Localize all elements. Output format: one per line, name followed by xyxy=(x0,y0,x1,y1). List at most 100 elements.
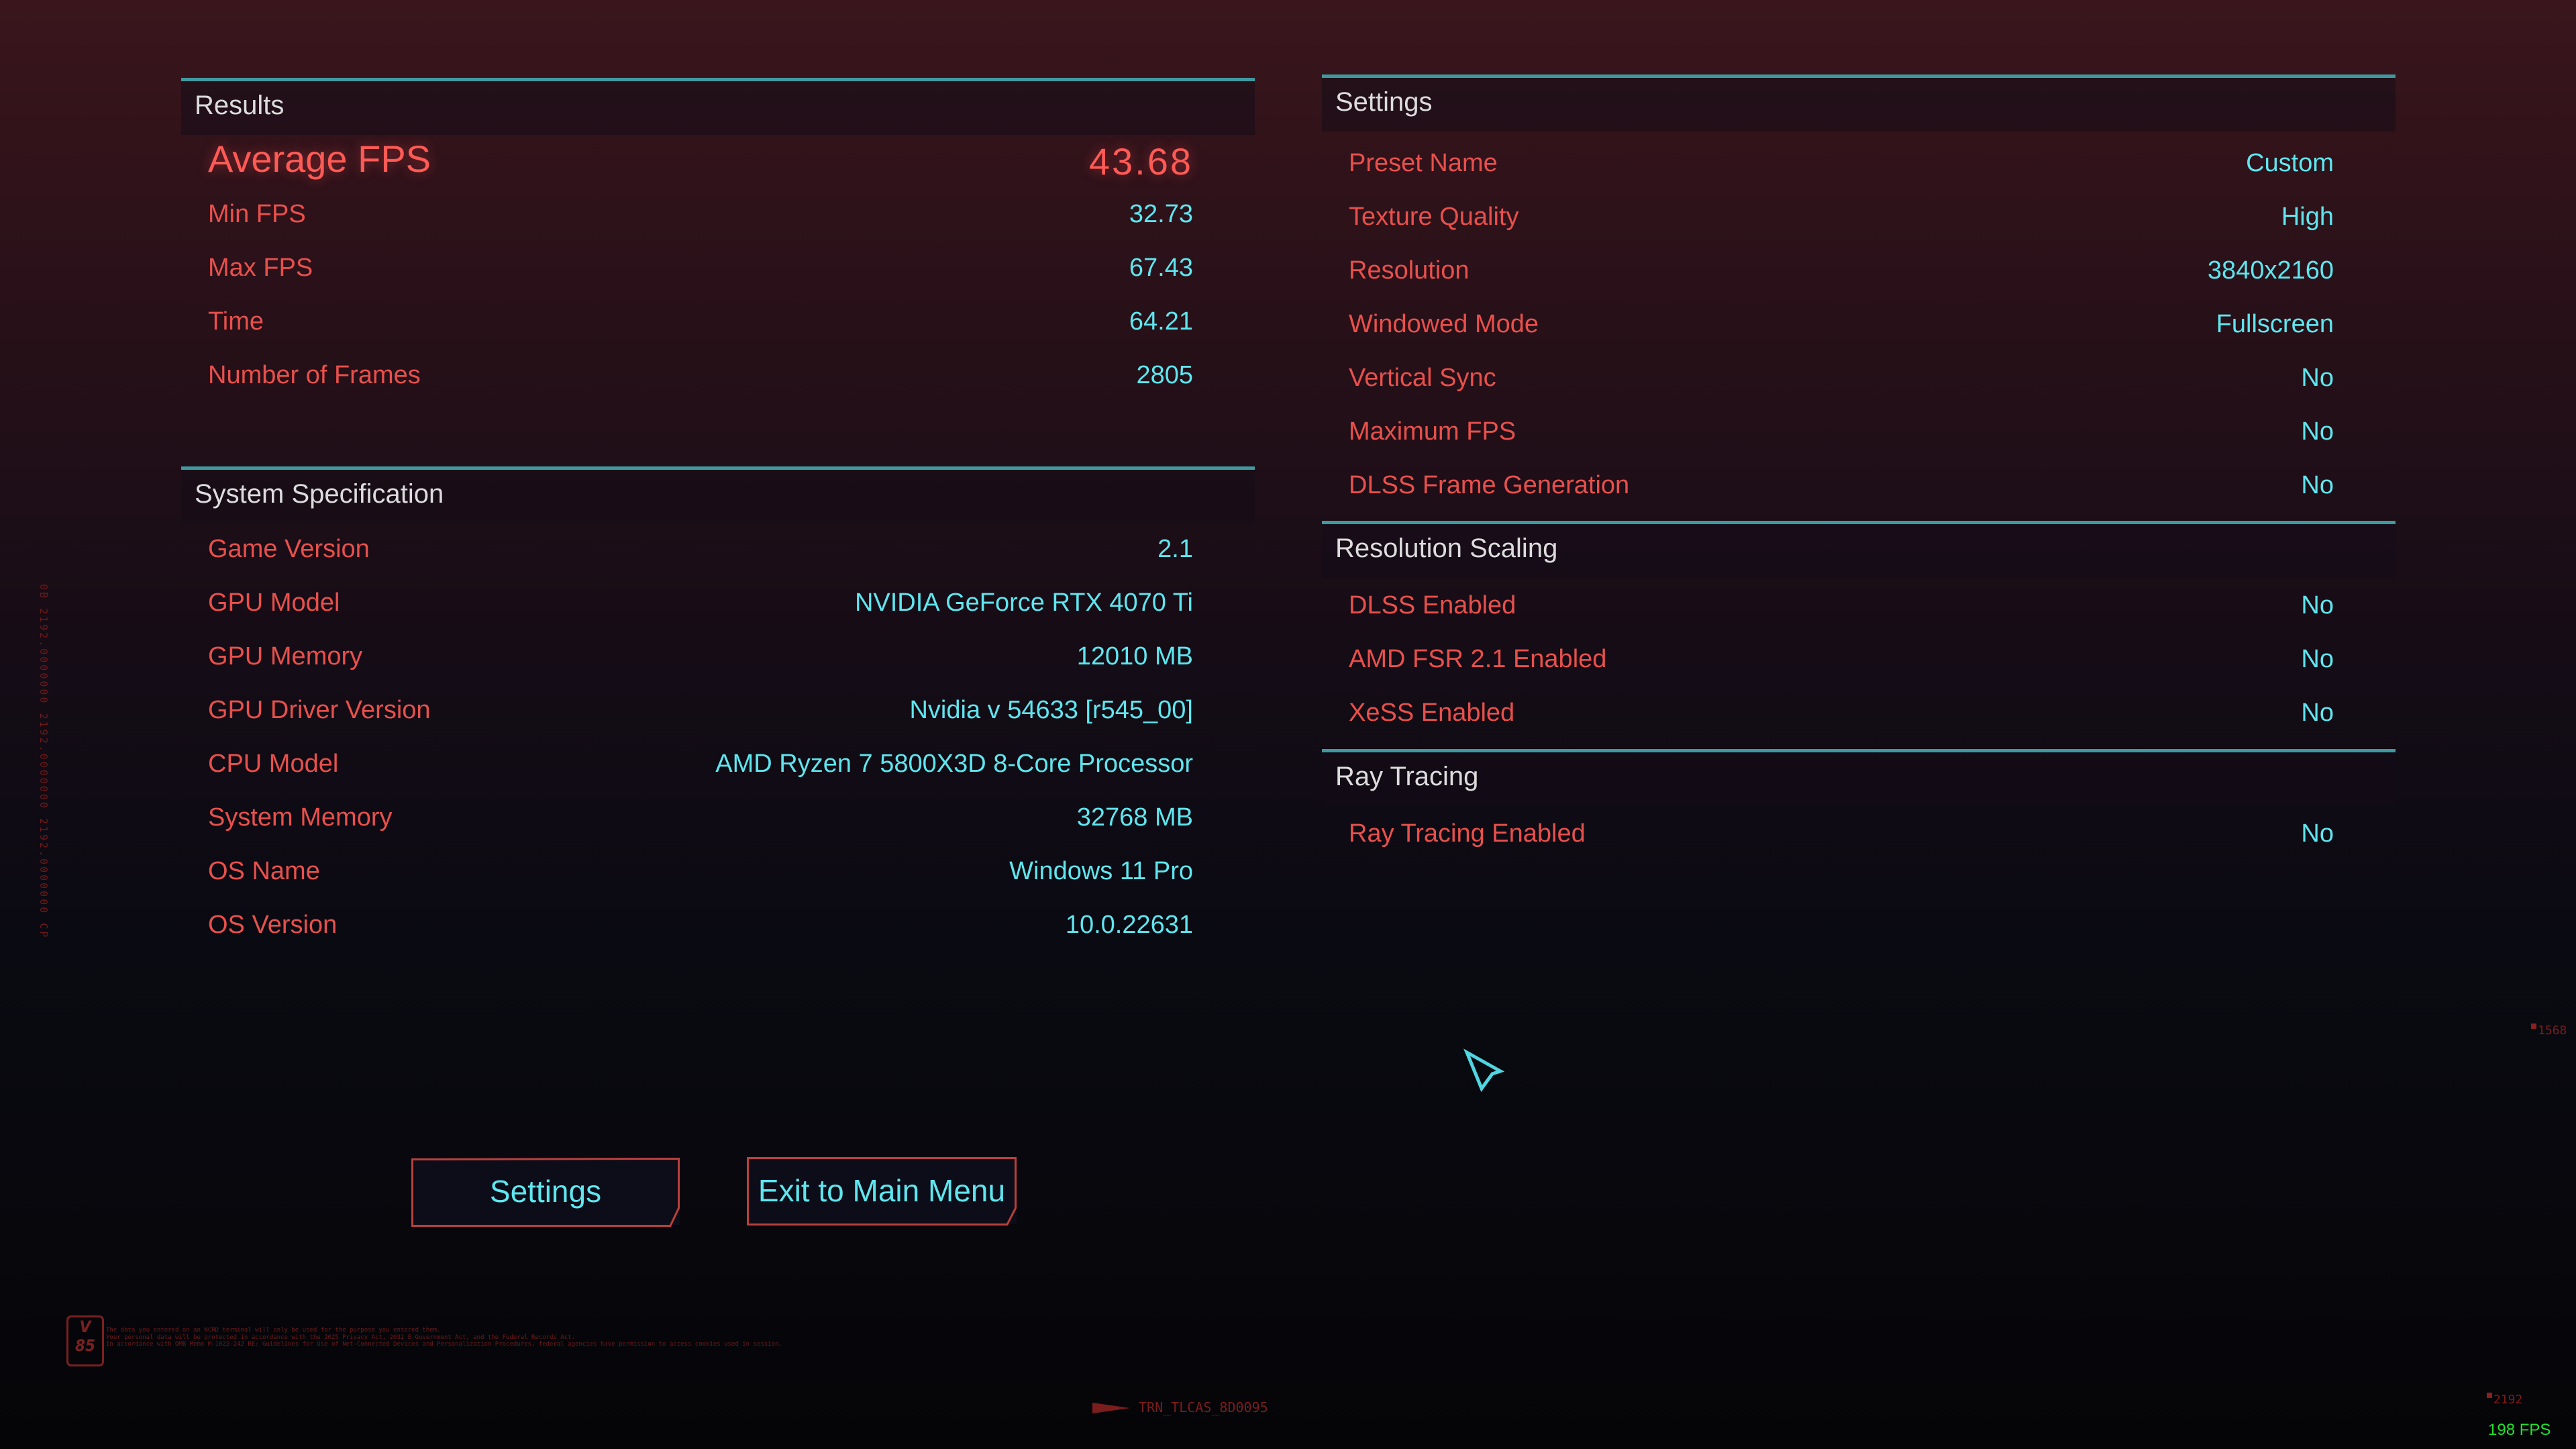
spec-row: GPU Driver Version Nvidia v 54633 [r545_… xyxy=(181,689,1255,736)
spec-value: Windows 11 Pro xyxy=(1009,857,1193,885)
setting-label: Ray Tracing Enabled xyxy=(1349,819,1586,848)
system-spec-header: System Specification xyxy=(181,470,1255,523)
exit-to-main-menu-button[interactable]: Exit to Main Menu xyxy=(747,1157,1017,1226)
setting-label: DLSS Enabled xyxy=(1349,591,1516,619)
setting-value: 3840x2160 xyxy=(2207,256,2334,285)
setting-label: Resolution xyxy=(1349,256,1470,285)
ray-tracing-title: Ray Tracing xyxy=(1335,762,1479,791)
result-row: Number of Frames 2805 xyxy=(181,354,1255,401)
spec-row: OS Version 10.0.22631 xyxy=(181,904,1255,951)
setting-row: Preset Name Custom xyxy=(1322,142,2395,189)
ray-tracing-panel: Ray Tracing Ray Tracing Enabled No xyxy=(1322,749,2395,870)
spec-value: 12010 MB xyxy=(1076,642,1193,670)
setting-label: Preset Name xyxy=(1349,149,1498,177)
setting-value: No xyxy=(2301,364,2334,392)
setting-label: AMD FSR 2.1 Enabled xyxy=(1349,645,1607,673)
result-value: 2805 xyxy=(1136,361,1193,389)
vertical-debug-text: 0B 2192.0000000 2192.0000000 2192.000000… xyxy=(38,584,50,940)
setting-label: Texture Quality xyxy=(1349,203,1519,231)
result-row: Min FPS 32.73 xyxy=(181,193,1255,240)
setting-value: No xyxy=(2301,591,2334,619)
setting-value: No xyxy=(2301,819,2334,848)
logo-85: 85 xyxy=(74,1336,96,1355)
logo-v: V xyxy=(79,1317,91,1336)
mouse-cursor-icon xyxy=(1463,1048,1505,1093)
setting-row: Vertical Sync No xyxy=(1322,357,2395,404)
spec-label: GPU Driver Version xyxy=(208,696,431,724)
spec-row: OS Name Windows 11 Pro xyxy=(181,850,1255,897)
legal-line: Your personal data will be protected in … xyxy=(106,1334,575,1341)
average-fps-row: Average FPS 43.68 xyxy=(181,138,1255,187)
setting-row: DLSS Enabled No xyxy=(1322,585,2395,632)
corner-number-right: 1568 xyxy=(2531,1023,2567,1038)
spec-value: 10.0.22631 xyxy=(1065,911,1193,939)
spec-label: OS Version xyxy=(208,911,338,939)
spec-label: CPU Model xyxy=(208,750,339,778)
settings-button[interactable]: Settings xyxy=(411,1158,680,1227)
setting-row: Texture Quality High xyxy=(1322,196,2395,243)
setting-label: Windowed Mode xyxy=(1349,310,1539,338)
spec-label: GPU Memory xyxy=(208,642,363,670)
result-value: 32.73 xyxy=(1129,200,1193,228)
results-header: Results xyxy=(181,81,1255,135)
corner-number-bottom: 2192 xyxy=(2487,1393,2522,1407)
setting-label: Maximum FPS xyxy=(1349,417,1516,446)
spec-row: GPU Memory 12010 MB xyxy=(181,636,1255,683)
setting-value: Fullscreen xyxy=(2216,310,2334,338)
spec-label: Game Version xyxy=(208,535,370,563)
setting-value: No xyxy=(2301,699,2334,727)
fps-counter: 198 FPS xyxy=(2488,1421,2551,1439)
legal-line: In accordance with OMB Memo M-1022-242 R… xyxy=(106,1341,782,1348)
settings-header: Settings xyxy=(1322,78,2395,132)
result-row: Time 64.21 xyxy=(181,301,1255,348)
settings-button-label: Settings xyxy=(489,1174,602,1209)
setting-row: Resolution 3840x2160 xyxy=(1322,250,2395,297)
setting-value: High xyxy=(2281,203,2334,231)
exit-button-label: Exit to Main Menu xyxy=(758,1173,1006,1208)
resolution-scaling-header: Resolution Scaling xyxy=(1322,524,2395,578)
average-fps-value: 43.68 xyxy=(1088,140,1193,183)
spec-row: CPU Model AMD Ryzen 7 5800X3D 8-Core Pro… xyxy=(181,743,1255,790)
system-spec-title: System Specification xyxy=(195,479,444,509)
setting-row: Windowed Mode Fullscreen xyxy=(1322,303,2395,350)
spec-label: System Memory xyxy=(208,803,393,832)
spec-value: 2.1 xyxy=(1157,535,1193,563)
result-label: Number of Frames xyxy=(208,361,421,389)
setting-label: Vertical Sync xyxy=(1349,364,1496,392)
result-value: 64.21 xyxy=(1129,307,1193,336)
results-panel: Results Average FPS 43.68 Min FPS 32.73 … xyxy=(181,78,1255,440)
spec-value: 32768 MB xyxy=(1076,803,1193,832)
resolution-scaling-title: Resolution Scaling xyxy=(1335,534,1558,563)
result-label: Min FPS xyxy=(208,200,306,228)
result-label: Time xyxy=(208,307,264,336)
result-row: Max FPS 67.43 xyxy=(181,247,1255,294)
build-arrow-icon xyxy=(1092,1403,1130,1413)
spec-label: OS Name xyxy=(208,857,320,885)
setting-value: No xyxy=(2301,417,2334,446)
v85-logo: V 85 xyxy=(66,1315,104,1366)
spec-row: Game Version 2.1 xyxy=(181,528,1255,575)
setting-value: No xyxy=(2301,645,2334,673)
spec-value: NVIDIA GeForce RTX 4070 Ti xyxy=(854,589,1193,617)
setting-row: XeSS Enabled No xyxy=(1322,692,2395,739)
legal-line: The data you entered on an NCRD terminal… xyxy=(106,1327,441,1334)
result-value: 67.43 xyxy=(1129,254,1193,282)
setting-value: Custom xyxy=(2246,149,2334,177)
system-spec-panel: System Specification Game Version 2.1 GP… xyxy=(181,466,1255,950)
average-fps-label: Average FPS xyxy=(208,138,431,180)
settings-panel: Settings Preset Name Custom Texture Qual… xyxy=(1322,74,2395,517)
spec-row: GPU Model NVIDIA GeForce RTX 4070 Ti xyxy=(181,582,1255,629)
ray-tracing-header: Ray Tracing xyxy=(1322,752,2395,806)
setting-row: DLSS Frame Generation No xyxy=(1322,464,2395,511)
setting-label: DLSS Frame Generation xyxy=(1349,471,1630,499)
setting-row: AMD FSR 2.1 Enabled No xyxy=(1322,638,2395,685)
spec-value: Nvidia v 54633 [r545_00] xyxy=(909,696,1193,724)
results-title: Results xyxy=(195,91,285,120)
resolution-scaling-panel: Resolution Scaling DLSS Enabled No AMD F… xyxy=(1322,521,2395,749)
build-id-text: TRN_TLCAS_8D0095 xyxy=(1139,1399,1268,1415)
result-label: Max FPS xyxy=(208,254,313,282)
setting-row: Ray Tracing Enabled No xyxy=(1322,813,2395,860)
settings-title: Settings xyxy=(1335,87,1433,117)
legal-text: The data you entered on an NCRD terminal… xyxy=(106,1327,782,1348)
setting-value: No xyxy=(2301,471,2334,499)
